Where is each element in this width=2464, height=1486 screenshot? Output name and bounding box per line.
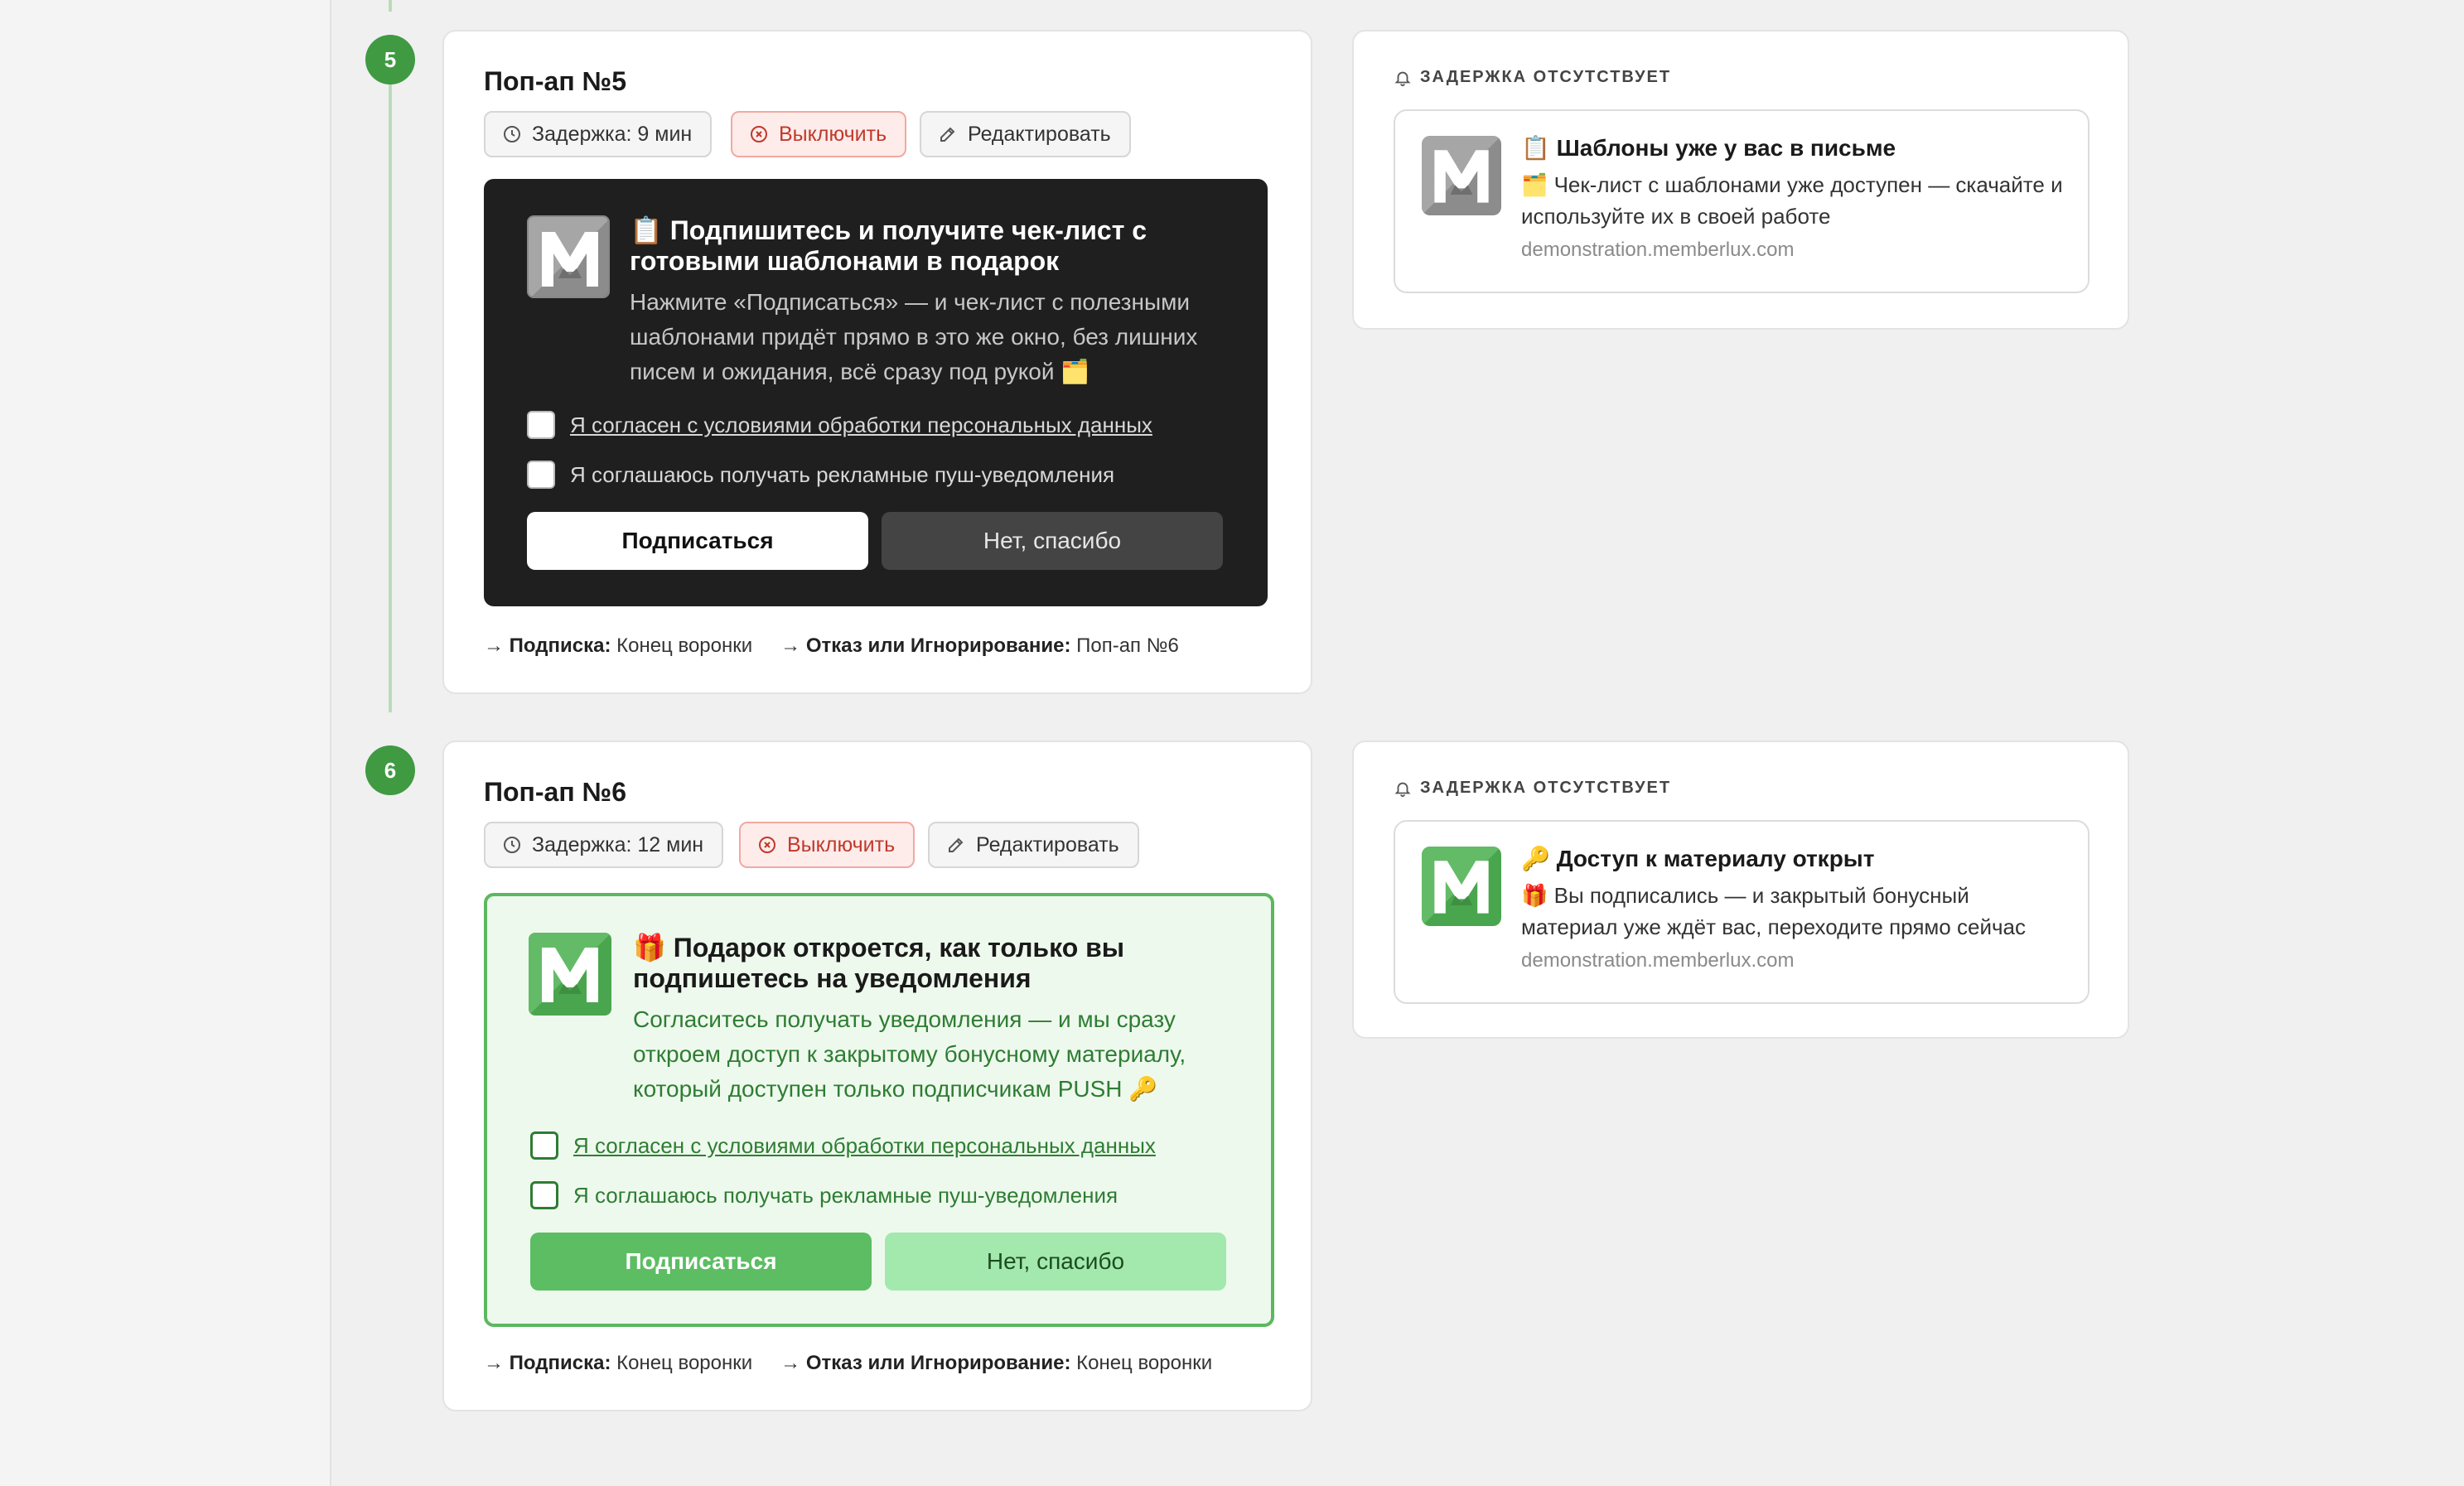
- notification-title: 🔑 Доступ к материалу открыт: [1521, 846, 1875, 871]
- notification-preview-card: ЗАДЕРЖКА ОТСУТСТВУЕТ 🔑 Доступ к материал…: [1352, 741, 2129, 1039]
- popup-preview-dark: 📋 Подпишитесь и получите чек-лист с гото…: [484, 179, 1268, 606]
- edit-button[interactable]: Редактировать: [920, 111, 1131, 157]
- route-decline: → Отказ или Игнорирование: Поп-ап №6: [780, 634, 1179, 657]
- push-notification-preview: 📋 Шаблоны уже у вас в письме 🗂️ Чек-лист…: [1394, 109, 2090, 293]
- notification-preview-card: ЗАДЕРЖКА ОТСУТСТВУЕТ 📋 Шаблоны уже у вас…: [1352, 30, 2129, 330]
- consent-checkbox-row[interactable]: Я согласен с условиями обработки персона…: [530, 1131, 1156, 1160]
- subscribe-button[interactable]: Подписаться: [527, 512, 868, 570]
- edit-icon: [940, 127, 955, 142]
- route-summary: → Подписка: Конец воронки → Отказ или Иг…: [484, 634, 1179, 658]
- clock-icon: [504, 837, 520, 853]
- consent-link[interactable]: Я согласен с условиями обработки персона…: [573, 1133, 1156, 1159]
- memberlux-logo: [527, 215, 610, 298]
- notification-text: 🎁 Вы подписались — и закрытый бонусный м…: [1521, 883, 2026, 939]
- decline-button[interactable]: Нет, спасибо: [882, 512, 1223, 570]
- route-subscribe: → Подписка: Конец воронки: [484, 1352, 753, 1374]
- route-summary: → Подписка: Конец воронки → Отказ или Иг…: [484, 1352, 1212, 1375]
- consent-checkbox-row[interactable]: Я согласен с условиями обработки персона…: [527, 411, 1152, 439]
- delay-label: Задержка: 12 мин: [532, 832, 704, 856]
- step-number-badge: 5: [365, 35, 415, 84]
- disable-label: Выключить: [787, 832, 896, 856]
- popup-step-card: Поп-ап №5 Задержка: 9 мин Выключить Реда…: [442, 30, 1312, 694]
- memberlux-logo: [1422, 847, 1501, 926]
- popup-title: Поп-ап №5: [484, 66, 627, 96]
- consent-checkbox[interactable]: [530, 1131, 558, 1160]
- marketing-checkbox-row[interactable]: Я соглашаюсь получать рекламные пуш-увед…: [530, 1181, 1118, 1209]
- edit-button[interactable]: Редактировать: [928, 822, 1139, 868]
- marketing-label: Я соглашаюсь получать рекламные пуш-увед…: [573, 1182, 1118, 1208]
- marketing-label: Я соглашаюсь получать рекламные пуш-увед…: [570, 461, 1115, 487]
- arrow-right-icon: →: [484, 1352, 504, 1374]
- marketing-checkbox[interactable]: [530, 1181, 558, 1209]
- bell-icon: [1394, 782, 1411, 797]
- route-subscribe: → Подписка: Конец воронки: [484, 634, 753, 657]
- notification-url: demonstration.memberlux.com: [1521, 239, 1795, 261]
- notification-text: 🗂️ Чек-лист с шаблонами уже доступен — с…: [1521, 172, 2063, 229]
- clock-icon: [504, 126, 520, 142]
- delay-label: Задержка: 9 мин: [532, 122, 693, 146]
- notification-title: 📋 Шаблоны уже у вас в письме: [1521, 135, 1896, 161]
- delay-chip[interactable]: Задержка: 9 мин: [484, 111, 713, 157]
- timeline-connector: [389, 0, 392, 12]
- arrow-right-icon: →: [780, 1352, 801, 1374]
- timeline-connector: [389, 83, 392, 712]
- marketing-checkbox[interactable]: [527, 461, 555, 489]
- left-sidebar: [0, 0, 331, 1486]
- popup-step-card: Поп-ап №6 Задержка: 12 мин Выключить Ред…: [442, 741, 1312, 1411]
- notification-url: demonstration.memberlux.com: [1521, 949, 1795, 972]
- edit-icon: [949, 837, 964, 852]
- edit-label: Редактировать: [976, 832, 1119, 856]
- popup-headline: 🎁 Подарок откроется, как только вы подпи…: [633, 933, 1125, 993]
- marketing-checkbox-row[interactable]: Я соглашаюсь получать рекламные пуш-увед…: [527, 461, 1114, 489]
- memberlux-logo: [1422, 136, 1501, 215]
- edit-label: Редактировать: [968, 122, 1111, 146]
- push-notification-preview: 🔑 Доступ к материалу открыт 🎁 Вы подписа…: [1394, 820, 2090, 1004]
- popup-body-text: Нажмите «Подписаться» — и чек-лист с пол…: [630, 289, 1198, 384]
- notification-delay-header: ЗАДЕРЖКА ОТСУТСТВУЕТ: [1394, 779, 1671, 798]
- bell-icon: [1394, 71, 1411, 86]
- disable-button[interactable]: Выключить: [731, 111, 907, 157]
- popup-title: Поп-ап №6: [484, 777, 627, 807]
- decline-button[interactable]: Нет, спасибо: [885, 1233, 1226, 1291]
- subscribe-button[interactable]: Подписаться: [530, 1233, 872, 1291]
- disable-button[interactable]: Выключить: [739, 822, 916, 868]
- arrow-right-icon: →: [484, 634, 504, 657]
- popup-preview-green: 🎁 Подарок откроется, как только вы подпи…: [484, 893, 1274, 1327]
- arrow-right-icon: →: [780, 634, 801, 657]
- x-circle-icon: [759, 837, 775, 853]
- consent-link[interactable]: Я согласен с условиями обработки персона…: [570, 413, 1152, 438]
- route-decline: → Отказ или Игнорирование: Конец воронки: [780, 1352, 1213, 1374]
- popup-headline: 📋 Подпишитесь и получите чек-лист с гото…: [630, 215, 1147, 276]
- delay-chip[interactable]: Задержка: 12 мин: [484, 822, 724, 868]
- popup-body-text: Согласитесь получать уведомления — и мы …: [633, 1006, 1186, 1102]
- step-number-badge: 6: [365, 745, 415, 795]
- notification-delay-header: ЗАДЕРЖКА ОТСУТСТВУЕТ: [1394, 68, 1671, 87]
- consent-checkbox[interactable]: [527, 411, 555, 439]
- x-circle-icon: [751, 126, 767, 142]
- memberlux-logo: [529, 933, 611, 1016]
- disable-label: Выключить: [779, 122, 887, 146]
